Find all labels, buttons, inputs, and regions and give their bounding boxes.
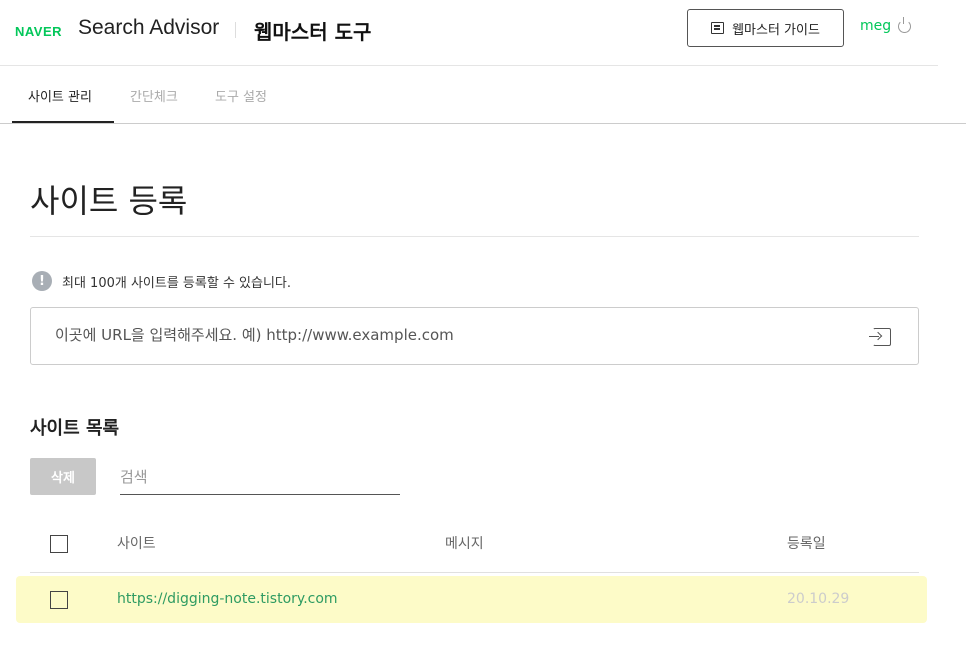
column-header-message: 메시지 [445, 536, 484, 552]
registration-date: 20.10.29 [787, 591, 850, 607]
page-title: 사이트 등록 [30, 182, 188, 220]
site-link[interactable]: https://digging-note.tistory.com [117, 591, 338, 607]
tab-bar: 사이트 관리 간단체크 도구 설정 [0, 66, 966, 124]
table-header-divider [30, 572, 919, 573]
site-list-title: 사이트 목록 [30, 418, 120, 439]
guide-button-label: 웹마스터 가이드 [732, 22, 820, 38]
submit-enter-icon[interactable] [869, 328, 891, 346]
tab-simple-check[interactable]: 간단체크 [130, 86, 178, 105]
search-input[interactable] [120, 460, 400, 495]
url-input-box [30, 307, 919, 365]
table-row: https://digging-note.tistory.com 20.10.2… [16, 576, 927, 623]
delete-button[interactable]: 삭제 [30, 458, 96, 495]
username[interactable]: meg [860, 18, 891, 34]
user-menu[interactable]: meg [860, 16, 912, 34]
tab-site-management[interactable]: 사이트 관리 [28, 86, 92, 105]
app-title[interactable]: 웹마스터 도구 [254, 16, 371, 45]
row-checkbox[interactable] [50, 591, 68, 609]
document-icon [711, 22, 725, 34]
logout-power-icon[interactable] [898, 16, 912, 33]
active-tab-indicator [12, 121, 114, 123]
divider [30, 236, 919, 237]
naver-logo[interactable]: NAVER [15, 24, 62, 39]
notice: ! 최대 100개 사이트를 등록할 수 있습니다. [32, 271, 291, 291]
notice-text: 최대 100개 사이트를 등록할 수 있습니다. [62, 275, 292, 291]
url-input[interactable] [55, 326, 835, 344]
column-header-site: 사이트 [117, 536, 156, 552]
header: NAVER Search Advisor 웹마스터 도구 웹마스터 가이드 me… [0, 0, 938, 66]
webmaster-guide-button[interactable]: 웹마스터 가이드 [687, 9, 844, 47]
tab-tool-settings[interactable]: 도구 설정 [215, 86, 267, 105]
info-icon: ! [32, 271, 52, 291]
column-header-date: 등록일 [787, 536, 826, 552]
logo-divider [235, 22, 236, 38]
select-all-checkbox[interactable] [50, 535, 68, 553]
product-name[interactable]: Search Advisor [78, 16, 219, 40]
